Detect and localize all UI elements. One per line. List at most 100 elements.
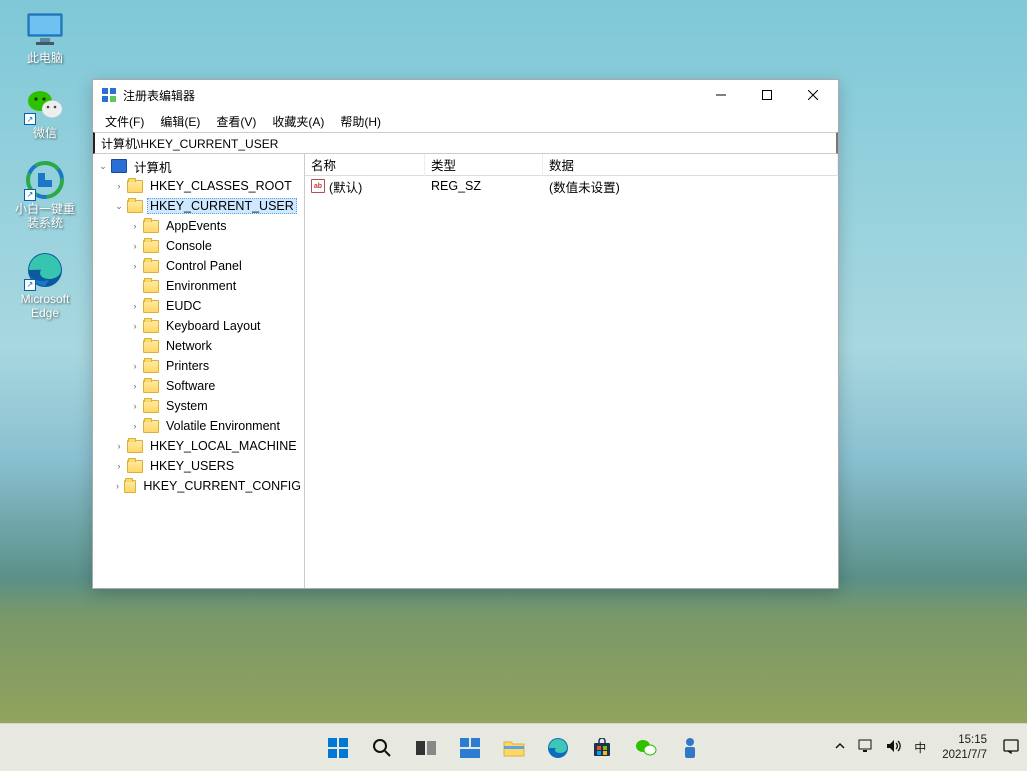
value-data-cell: (数值未设置) (543, 176, 838, 197)
notifications-icon[interactable] (1001, 736, 1021, 759)
store-icon[interactable] (582, 728, 622, 768)
expander-icon[interactable]: › (113, 480, 122, 492)
expander-icon[interactable]: › (129, 300, 141, 312)
tree-node[interactable]: ›Keyboard Layout (93, 316, 304, 336)
tree-node[interactable]: ›EUDC (93, 296, 304, 316)
desktop-icon-wechat[interactable]: ↗微信 (10, 85, 80, 140)
folder-icon (127, 180, 143, 193)
list-row[interactable]: ab(默认)REG_SZ(数值未设置) (305, 176, 838, 196)
folder-icon (124, 480, 136, 493)
tree-node[interactable]: › Control Panel (93, 256, 304, 276)
menu-item[interactable]: 查看(V) (208, 111, 264, 132)
folder-icon (143, 280, 159, 293)
tree-node[interactable]: › Software (93, 376, 304, 396)
expander-icon[interactable]: › (113, 180, 125, 192)
tree-node[interactable]: ›Console (93, 236, 304, 256)
desktop-icon-xiaobaiSys[interactable]: ↗ 小白一键重装系统 (10, 161, 80, 231)
maximize-button[interactable] (744, 80, 790, 110)
taskbar[interactable]: 中 15:15 2021/7/7 (0, 723, 1027, 771)
tree-node-label: Printers (163, 358, 212, 374)
tree-node[interactable]: Network (93, 336, 304, 356)
network-icon[interactable] (856, 737, 876, 758)
folder-icon (127, 460, 143, 473)
widgets-icon[interactable] (450, 728, 490, 768)
tree-node[interactable]: ›HKEY_CURRENT_CONFIG (93, 476, 304, 496)
tray-chevron-icon[interactable] (832, 738, 848, 757)
clock[interactable]: 15:15 2021/7/7 (936, 733, 993, 762)
search-icon[interactable] (362, 728, 402, 768)
system-tray: 中 15:15 2021/7/7 (832, 733, 1021, 762)
menu-item[interactable]: 帮助(H) (332, 111, 389, 132)
expander-icon[interactable]: › (129, 220, 141, 232)
ime-indicator[interactable]: 中 (912, 737, 928, 758)
regedit-icon (101, 87, 117, 103)
folder-icon (143, 420, 159, 433)
expander-icon[interactable]: › (129, 240, 141, 252)
tree-node[interactable]: › Printers (93, 356, 304, 376)
desktop-icon-edge[interactable]: ↗Microsoft Edge (10, 251, 80, 321)
list-header[interactable]: 名称 类型 数据 (305, 154, 838, 176)
tree-node-label: Control Panel (163, 258, 245, 274)
tree-node-label: Volatile Environment (163, 418, 283, 434)
list-body: ab(默认)REG_SZ(数值未设置) (305, 176, 838, 196)
expander-icon[interactable]: › (129, 400, 141, 412)
expander-icon[interactable]: › (129, 360, 141, 372)
folder-icon (127, 200, 143, 213)
minimize-button[interactable] (698, 80, 744, 110)
taskview-icon[interactable] (406, 728, 446, 768)
expander-icon[interactable]: › (129, 380, 141, 392)
column-data[interactable]: 数据 (543, 154, 838, 176)
string-value-icon: ab (311, 179, 325, 193)
start-button[interactable] (318, 728, 358, 768)
desktop: 此电脑↗微信↗小白一键重装系统↗Microsoft Edge 注册表编辑器 文件… (0, 0, 1027, 771)
column-name[interactable]: 名称 (305, 154, 425, 176)
volume-icon[interactable] (884, 737, 904, 758)
desktop-icon-label: 微信 (33, 126, 57, 140)
window-title: 注册表编辑器 (123, 87, 698, 104)
menu-item[interactable]: 收藏夹(A) (264, 111, 332, 132)
tree-node[interactable]: ›AppEvents (93, 216, 304, 236)
tree-node[interactable]: › System (93, 396, 304, 416)
titlebar[interactable]: 注册表编辑器 (93, 80, 838, 110)
clock-time: 15:15 (942, 733, 987, 747)
tree-view[interactable]: ⌄计算机›HKEY_CLASSES_ROOT⌄HKEY_CURRENT_USER… (93, 154, 305, 588)
folder-icon (127, 440, 143, 453)
expander-icon[interactable]: › (113, 460, 125, 472)
expander-icon[interactable]: › (129, 420, 141, 432)
tree-node[interactable]: ⌄计算机 (93, 156, 304, 176)
expander-icon[interactable]: › (129, 260, 141, 272)
address-bar[interactable] (93, 132, 838, 154)
expander-icon[interactable]: › (113, 440, 125, 452)
regedit-window: 注册表编辑器 文件(F)编辑(E)查看(V)收藏夹(A)帮助(H) ⌄计算机›H… (92, 79, 839, 589)
folder-icon (143, 260, 159, 273)
explorer-icon[interactable] (494, 728, 534, 768)
folder-icon (143, 220, 159, 233)
tree-node[interactable]: › HKEY_LOCAL_MACHINE (93, 436, 304, 456)
tree-node[interactable]: ⌄HKEY_CURRENT_USER (93, 196, 304, 216)
xiaobaiSys-icon: ↗ (26, 161, 64, 199)
tree-node[interactable]: ›HKEY_CLASSES_ROOT (93, 176, 304, 196)
expander-icon[interactable]: ⌄ (97, 160, 109, 172)
shortcut-arrow-icon: ↗ (24, 279, 36, 291)
app-taskbar-icon[interactable] (670, 728, 710, 768)
menu-item[interactable]: 文件(F) (97, 111, 152, 132)
menu-item[interactable]: 编辑(E) (152, 111, 208, 132)
expander-icon[interactable]: › (129, 320, 141, 332)
wechat-taskbar-icon[interactable] (626, 728, 666, 768)
tree-node-label: HKEY_LOCAL_MACHINE (147, 438, 300, 454)
close-button[interactable] (790, 80, 836, 110)
expander-icon[interactable]: ⌄ (113, 200, 125, 212)
column-type[interactable]: 类型 (425, 154, 543, 176)
list-view[interactable]: 名称 类型 数据 ab(默认)REG_SZ(数值未设置) (305, 154, 838, 588)
tree-node[interactable]: ›HKEY_USERS (93, 456, 304, 476)
expander-icon[interactable] (129, 340, 141, 352)
desktop-icon-label: 小白一键重装系统 (10, 202, 80, 231)
tree-node[interactable]: › Volatile Environment (93, 416, 304, 436)
tree-node[interactable]: Environment (93, 276, 304, 296)
desktop-icon-pc[interactable]: 此电脑 (10, 10, 80, 65)
folder-icon (143, 320, 159, 333)
edge-taskbar-icon[interactable] (538, 728, 578, 768)
tree-node-label: Software (163, 378, 218, 394)
expander-icon[interactable] (129, 280, 141, 292)
tree-node-label: System (163, 398, 211, 414)
